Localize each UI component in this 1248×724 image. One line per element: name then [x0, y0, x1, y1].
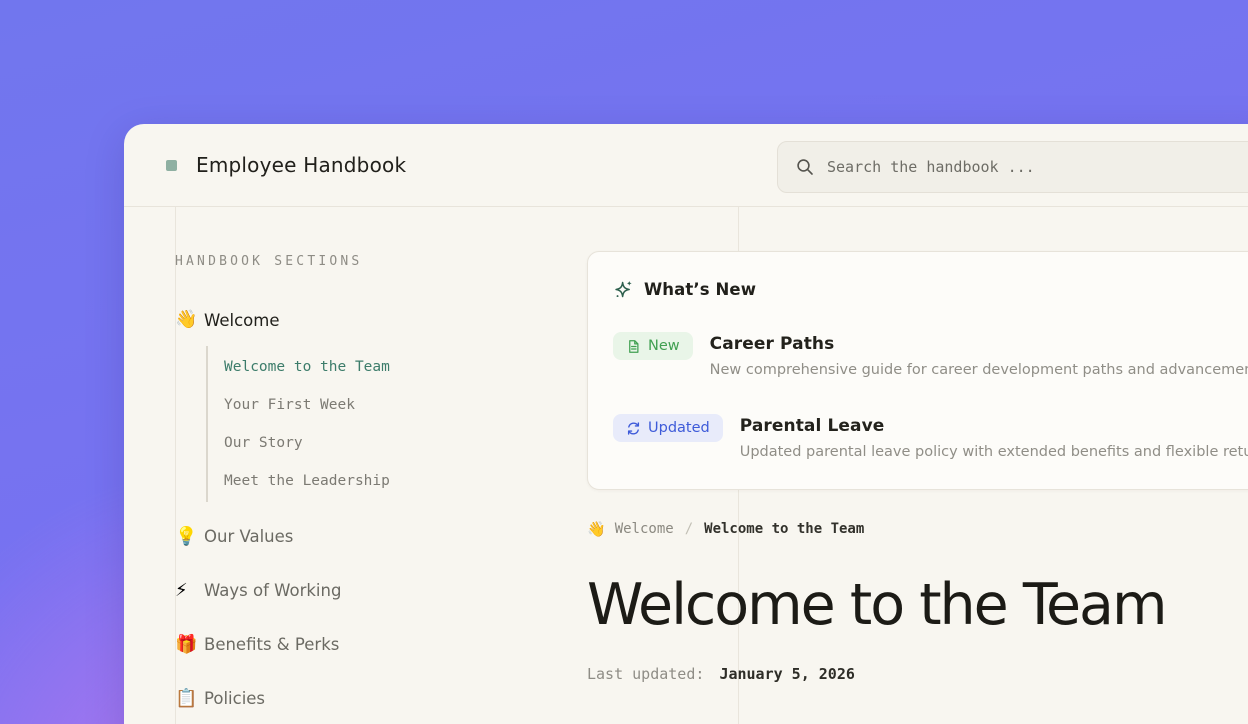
badge-label: New	[648, 338, 680, 354]
sidebar-heading: HANDBOOK SECTIONS	[175, 254, 595, 269]
whats-new-item-title: Career Paths	[710, 334, 1248, 354]
app-header: Employee Handbook	[124, 124, 1248, 207]
sidebar-item-label: Benefits & Perks	[204, 635, 339, 654]
whats-new-item-title: Parental Leave	[740, 416, 1248, 436]
sidebar-item-ways-of-working[interactable]: ⚡ Ways of Working	[175, 579, 595, 602]
gift-icon: 🎁	[175, 636, 204, 654]
whats-new-item[interactable]: New Career Paths New comprehensive guide…	[613, 332, 1248, 378]
sidebar-item-label: Welcome	[204, 311, 279, 330]
magnifier-icon	[796, 158, 814, 176]
status-badge-new: New	[613, 332, 693, 360]
main-content: What’s New New Career Paths New comprehe…	[587, 207, 1248, 683]
search-box[interactable]	[777, 141, 1248, 193]
sidebar-item-policies[interactable]: 📋 Policies	[175, 687, 595, 710]
sidebar-item-welcome[interactable]: 👋 Welcome	[175, 308, 595, 332]
page-title: Welcome to the Team	[587, 577, 1248, 634]
wave-icon: 👋	[587, 522, 606, 537]
last-updated: Last updated: January 5, 2026	[587, 665, 1248, 683]
sidebar-item-label: Our Values	[204, 527, 293, 546]
refresh-icon	[626, 421, 641, 436]
sidebar-item-benefits-perks[interactable]: 🎁 Benefits & Perks	[175, 633, 595, 656]
sidebar-item-our-values[interactable]: 💡 Our Values	[175, 525, 595, 548]
whats-new-header: What’s New	[613, 278, 1248, 300]
wave-icon: 👋	[175, 311, 204, 329]
sidebar-subitem-your-first-week[interactable]: Your First Week	[208, 386, 595, 424]
lightbulb-icon: 💡	[175, 528, 204, 546]
app-title: Employee Handbook	[196, 153, 406, 177]
sidebar-section-list: 💡 Our Values ⚡ Ways of Working 🎁 Benefit…	[175, 525, 595, 710]
sidebar-subitem-our-story[interactable]: Our Story	[208, 424, 595, 462]
sidebar: HANDBOOK SECTIONS 👋 Welcome Welcome to t…	[175, 207, 595, 710]
document-icon	[626, 339, 641, 354]
breadcrumb: 👋 Welcome / Welcome to the Team	[587, 519, 1248, 539]
whats-new-item[interactable]: Updated Parental Leave Updated parental …	[613, 414, 1248, 460]
breadcrumb-current: Welcome to the Team	[704, 521, 864, 537]
sidebar-item-label: Policies	[204, 689, 265, 708]
app-logo-icon	[166, 160, 177, 171]
sparkle-icon	[613, 279, 634, 300]
sidebar-item-label: Ways of Working	[204, 581, 341, 600]
whats-new-card: What’s New New Career Paths New comprehe…	[587, 251, 1248, 490]
breadcrumb-section[interactable]: Welcome	[615, 521, 674, 537]
search-input[interactable]	[827, 158, 1207, 176]
clipboard-icon: 📋	[175, 690, 204, 708]
lightning-icon: ⚡	[175, 582, 204, 600]
status-badge-updated: Updated	[613, 414, 723, 442]
whats-new-item-text: Career Paths New comprehensive guide for…	[710, 332, 1248, 378]
whats-new-item-text: Parental Leave Updated parental leave po…	[740, 414, 1248, 460]
sidebar-subitem-meet-the-leadership[interactable]: Meet the Leadership	[208, 462, 595, 500]
whats-new-title: What’s New	[644, 280, 756, 299]
sidebar-sublist-welcome: Welcome to the Team Your First Week Our …	[206, 346, 595, 502]
badge-label: Updated	[648, 420, 710, 436]
whats-new-item-description: Updated parental leave policy with exten…	[740, 444, 1248, 460]
whats-new-item-description: New comprehensive guide for career devel…	[710, 362, 1248, 378]
breadcrumb-separator: /	[685, 521, 693, 537]
last-updated-value: January 5, 2026	[719, 665, 854, 683]
app-window: Employee Handbook HANDBOOK SECTIONS 👋 We…	[124, 124, 1248, 724]
last-updated-label: Last updated:	[587, 665, 704, 683]
sidebar-subitem-welcome-to-the-team[interactable]: Welcome to the Team	[208, 348, 595, 386]
